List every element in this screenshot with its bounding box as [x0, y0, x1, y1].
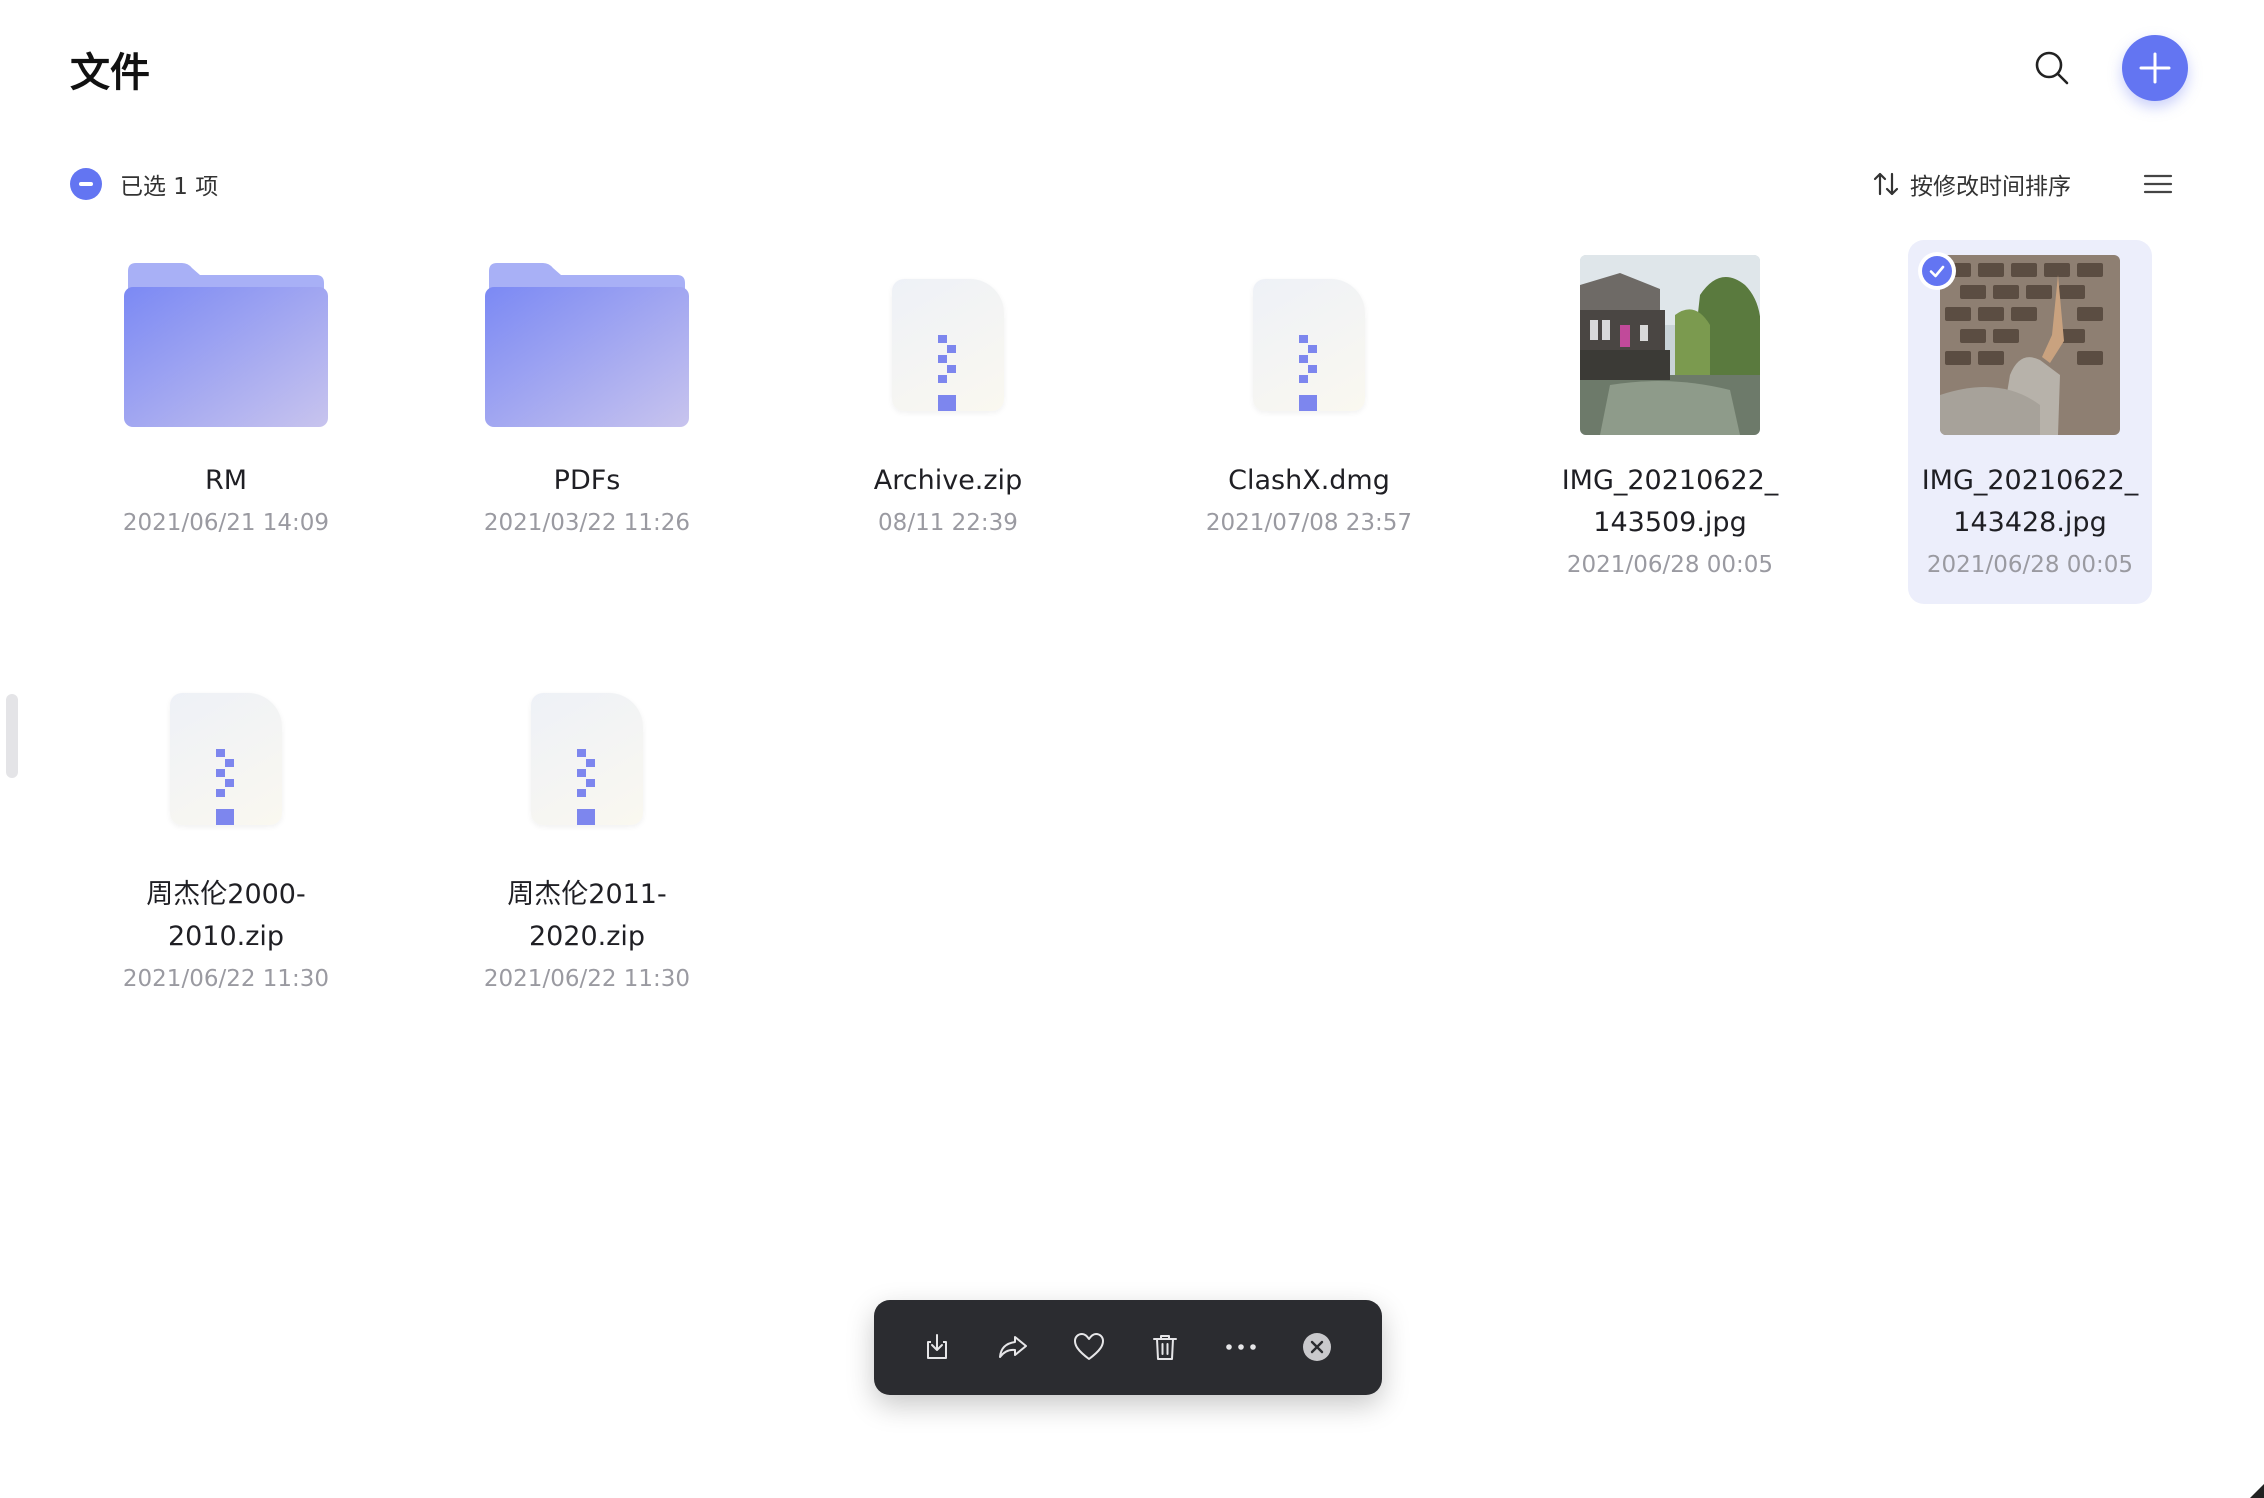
file-name: ClashX.dmg [1228, 465, 1390, 496]
file-date: 08/11 22:39 [878, 510, 1018, 536]
more-icon [1226, 1344, 1256, 1350]
search-icon [2035, 51, 2069, 85]
delete-button[interactable] [1142, 1324, 1188, 1370]
checkmark-icon [1929, 265, 1945, 278]
scroll-indicator[interactable] [6, 694, 18, 778]
file-item-rm[interactable]: RM 2021/06/21 14:09 [104, 240, 348, 604]
file-date: 2021/07/08 23:57 [1205, 510, 1413, 536]
page-title: 文件 [70, 50, 150, 96]
selection-action-toolbar [874, 1300, 1382, 1395]
file-name: 周杰伦2011- 2020.zip [507, 879, 667, 952]
folder-icon [485, 263, 689, 427]
plus-icon [2139, 52, 2171, 84]
file-item-img-143509[interactable]: IMG_20210622_ 143509.jpg 2021/06/28 00:0… [1548, 240, 1792, 604]
share-button[interactable] [990, 1324, 1036, 1370]
selection-count: 已选 1 项 [120, 174, 219, 200]
file-item-archive-zip[interactable]: Archive.zip 08/11 22:39 [826, 240, 1070, 604]
trash-icon [1153, 1335, 1177, 1360]
file-name: IMG_20210622_ 143509.jpg [1561, 465, 1779, 538]
selected-check-badge[interactable] [1918, 252, 1956, 290]
file-name: IMG_20210622_ 143428.jpg [1921, 465, 2139, 538]
file-date: 2021/06/28 00:05 [1566, 552, 1774, 578]
file-name: 周杰伦2000- 2010.zip [146, 879, 306, 952]
sort-button[interactable]: 按修改时间排序 [1872, 166, 2071, 202]
file-date: 2021/06/21 14:09 [122, 510, 330, 536]
image-thumbnail [1580, 255, 1760, 435]
file-item-img-143428[interactable]: IMG_20210622_ 143428.jpg 2021/06/28 00:0… [1908, 240, 2152, 604]
favorite-button[interactable] [1066, 1324, 1112, 1370]
sort-label: 按修改时间排序 [1910, 174, 2071, 200]
file-date: 2021/06/22 11:30 [483, 966, 691, 992]
close-icon [1303, 1333, 1331, 1361]
folder-icon [124, 263, 328, 427]
zip-file-icon [170, 693, 282, 825]
search-button[interactable] [2024, 40, 2080, 96]
file-date: 2021/03/22 11:26 [483, 510, 691, 536]
file-item-pdfs[interactable]: PDFs 2021/03/22 11:26 [465, 240, 709, 604]
zip-file-icon [892, 279, 1004, 411]
file-name: RM [204, 465, 248, 496]
file-name: PDFs [553, 465, 621, 496]
sort-icon [1873, 172, 1899, 196]
add-button[interactable] [2122, 35, 2188, 101]
more-button[interactable] [1218, 1324, 1264, 1370]
window-corner [2250, 1484, 2264, 1498]
file-item-jay-2011-2020[interactable]: 周杰伦2011- 2020.zip 2021/06/22 11:30 [465, 654, 709, 1018]
file-name: Archive.zip [873, 465, 1023, 496]
list-menu-icon [2143, 174, 2173, 194]
deselect-all-button[interactable] [70, 168, 102, 200]
zip-file-icon [531, 693, 643, 825]
file-item-clashx-dmg[interactable]: ClashX.dmg 2021/07/08 23:57 [1187, 240, 1431, 604]
download-icon [927, 1334, 947, 1359]
selection-bar: 已选 1 项 [70, 166, 218, 202]
file-item-jay-2000-2010[interactable]: 周杰伦2000- 2010.zip 2021/06/22 11:30 [104, 654, 348, 1018]
minus-icon [79, 182, 93, 186]
file-date: 2021/06/22 11:30 [122, 966, 330, 992]
close-toolbar-button[interactable] [1294, 1324, 1340, 1370]
image-thumbnail [1940, 255, 2120, 435]
zip-file-icon [1253, 279, 1365, 411]
heart-icon [1074, 1333, 1104, 1360]
view-menu-button[interactable] [2140, 166, 2176, 202]
file-date: 2021/06/28 00:05 [1926, 552, 2134, 578]
download-button[interactable] [914, 1324, 960, 1370]
share-icon [999, 1336, 1027, 1358]
